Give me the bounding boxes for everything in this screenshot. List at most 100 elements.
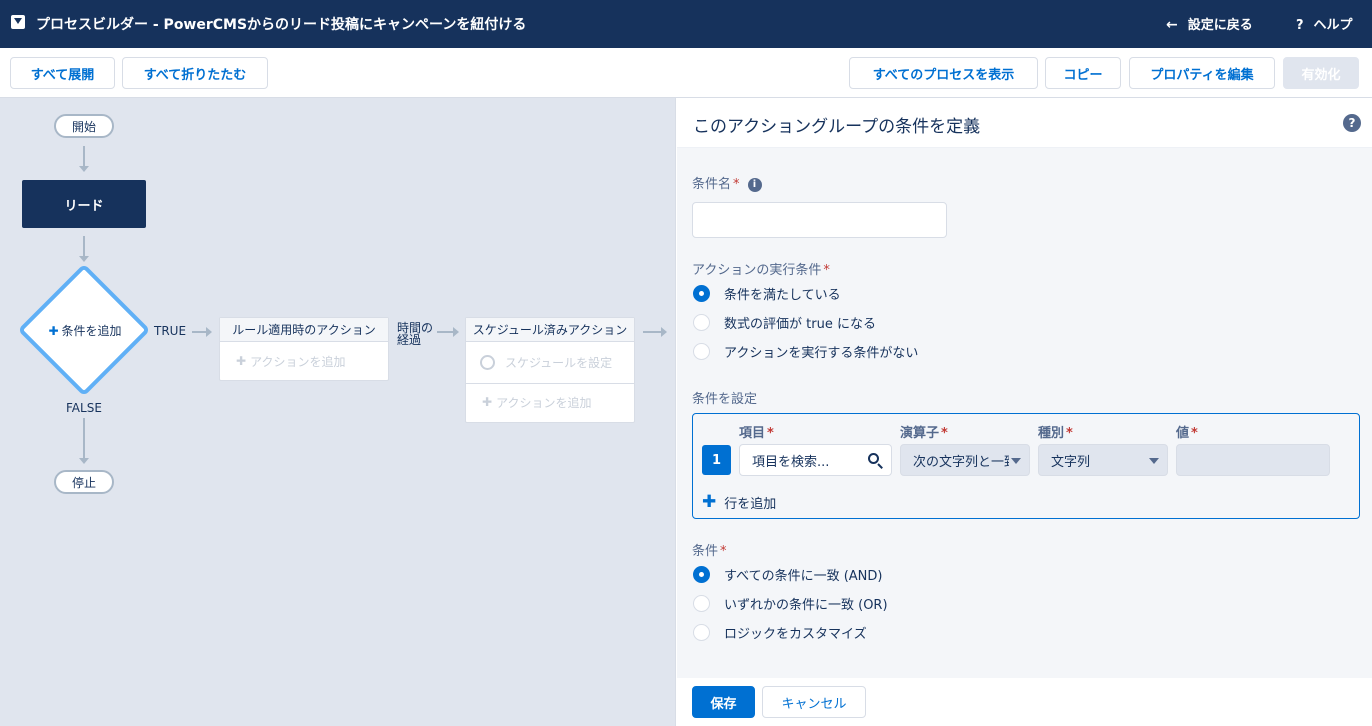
add-row-button[interactable]: ✚ 行を追加 bbox=[702, 492, 776, 512]
help-label: ヘルプ bbox=[1313, 18, 1353, 33]
scheduled-actions-box: スケジュール済みアクション スケジュールを設定 ✚ アクションを追加 bbox=[465, 317, 635, 423]
execute-label: アクションの実行条件 * bbox=[692, 259, 830, 278]
radio-any-condition[interactable]: いずれかの条件に一致 (OR) bbox=[693, 594, 888, 613]
show-all-processes-button[interactable]: すべてのプロセスを表示 bbox=[849, 57, 1038, 89]
connector-arrow bbox=[192, 327, 212, 337]
cancel-button[interactable]: キャンセル bbox=[762, 686, 866, 718]
plus-icon: ✚ bbox=[48, 324, 59, 338]
set-schedule-button[interactable]: スケジュールを設定 bbox=[466, 342, 634, 384]
edit-properties-button[interactable]: プロパティを編集 bbox=[1129, 57, 1275, 89]
column-operator: 演算子 * bbox=[900, 422, 948, 441]
value-input[interactable] bbox=[1176, 444, 1330, 476]
start-node: 開始 bbox=[54, 114, 114, 138]
add-row-label: 行を追加 bbox=[724, 496, 777, 512]
add-immediate-action-button[interactable]: ✚ アクションを追加 bbox=[220, 342, 388, 380]
field-search-input[interactable]: 項目を検索... bbox=[739, 444, 892, 476]
arrow-left-icon: ← bbox=[1166, 17, 1178, 33]
column-value-text: 値 bbox=[1176, 426, 1190, 441]
required-marker: * bbox=[767, 426, 774, 441]
panel-body: 条件名 * i アクションの実行条件 * 条件を満たしている 数式の評価が true … bbox=[677, 148, 1372, 678]
app-header: プロセスビルダー - PowerCMSからのリード投稿にキャンペーンを紐付ける … bbox=[0, 0, 1372, 48]
required-marker: * bbox=[733, 177, 740, 192]
plus-icon: ✚ bbox=[236, 354, 247, 368]
connector-arrow bbox=[79, 146, 89, 172]
type-select[interactable]: 文字列 bbox=[1038, 444, 1168, 476]
required-marker: * bbox=[941, 426, 948, 441]
connector-arrow bbox=[643, 327, 667, 337]
radio-conditions-met[interactable]: 条件を満たしている bbox=[693, 284, 841, 303]
radio-dot bbox=[693, 343, 710, 360]
required-marker: * bbox=[1066, 426, 1073, 441]
back-to-setup-label: 設定に戻る bbox=[1187, 18, 1253, 33]
radio-dot bbox=[693, 314, 710, 331]
panel-header: このアクショングループの条件を定義 ? bbox=[677, 98, 1372, 148]
criteria-name-input[interactable] bbox=[692, 202, 947, 238]
radio-label: すべての条件に一致 (AND) bbox=[724, 569, 883, 584]
expand-all-button[interactable]: すべて展開 bbox=[10, 57, 115, 89]
connector-arrow bbox=[79, 418, 89, 464]
page-title: プロセスビルダー - PowerCMSからのリード投稿にキャンペーンを紐付ける bbox=[36, 17, 527, 33]
plus-icon: ✚ bbox=[482, 395, 493, 409]
required-marker: * bbox=[720, 544, 727, 559]
toolbar: すべて展開 すべて折りたたむ すべてのプロセスを表示 コピー プロパティを編集 … bbox=[0, 48, 1372, 98]
set-conditions-label: 条件を設定 bbox=[692, 392, 758, 407]
plus-icon: ✚ bbox=[702, 492, 717, 512]
object-node[interactable]: リード bbox=[22, 180, 146, 228]
radio-dot bbox=[693, 595, 710, 612]
radio-no-criteria[interactable]: アクションを実行する条件がない bbox=[693, 342, 918, 361]
save-button[interactable]: 保存 bbox=[692, 686, 755, 718]
conditions-label-text: 条件 bbox=[692, 544, 719, 559]
column-field-text: 項目 bbox=[739, 426, 766, 441]
clock-icon bbox=[480, 355, 495, 370]
immediate-actions-box: ルール適用時のアクション ✚ アクションを追加 bbox=[219, 317, 389, 381]
panel-footer: 保存 キャンセル bbox=[677, 678, 1372, 726]
radio-label: いずれかの条件に一致 (OR) bbox=[724, 598, 888, 613]
column-type-text: 種別 bbox=[1038, 426, 1065, 441]
add-action-label: アクションを追加 bbox=[250, 354, 346, 369]
copy-button[interactable]: コピー bbox=[1045, 57, 1121, 89]
radio-custom-logic[interactable]: ロジックをカスタマイズ bbox=[693, 623, 867, 642]
help-link[interactable]: ? ヘルプ bbox=[1296, 14, 1353, 33]
chevron-down-icon bbox=[1011, 458, 1021, 464]
radio-dot bbox=[693, 566, 710, 583]
required-marker: * bbox=[1191, 426, 1198, 441]
execute-label-text: アクションの実行条件 bbox=[692, 263, 822, 278]
column-value: 値 * bbox=[1176, 422, 1198, 441]
false-label: FALSE bbox=[66, 401, 102, 415]
chevron-down-icon bbox=[1149, 458, 1159, 464]
stop-node: 停止 bbox=[54, 470, 114, 494]
radio-label: 条件を満たしている bbox=[724, 288, 841, 303]
row-number-badge: 1 bbox=[702, 445, 731, 475]
add-scheduled-action-button[interactable]: ✚ アクションを追加 bbox=[466, 384, 634, 420]
question-icon: ? bbox=[1296, 18, 1304, 33]
set-schedule-label: スケジュールを設定 bbox=[505, 356, 613, 370]
radio-label: アクションを実行する条件がない bbox=[724, 346, 919, 361]
radio-label: ロジックをカスタマイズ bbox=[724, 627, 867, 642]
scheduled-actions-title: スケジュール済みアクション bbox=[466, 318, 634, 342]
column-operator-text: 演算子 bbox=[900, 426, 940, 441]
back-to-setup-link[interactable]: ← 設定に戻る bbox=[1166, 14, 1253, 33]
connector-arrow bbox=[437, 327, 459, 337]
true-label: TRUE bbox=[154, 324, 187, 338]
field-search-placeholder: 項目を検索... bbox=[752, 454, 830, 470]
criteria-name-label-text: 条件名 bbox=[692, 177, 732, 192]
operator-select[interactable]: 次の文字列と一致する bbox=[900, 444, 1030, 476]
connector-arrow bbox=[79, 236, 89, 262]
radio-dot bbox=[693, 624, 710, 641]
activate-button[interactable]: 有効化 bbox=[1283, 57, 1359, 89]
add-criteria-label: 条件を追加 bbox=[61, 324, 122, 338]
time-elapsed-label-2: 経過 bbox=[397, 333, 422, 347]
criteria-name-label: 条件名 * i bbox=[692, 173, 762, 192]
help-icon[interactable]: ? bbox=[1343, 114, 1361, 132]
radio-formula-true[interactable]: 数式の評価が true になる bbox=[693, 313, 876, 332]
operator-value: 次の文字列と一致する bbox=[913, 454, 1009, 470]
radio-label: 数式の評価が true になる bbox=[724, 317, 876, 332]
add-criteria-button[interactable]: ✚ 条件を追加 bbox=[30, 322, 140, 339]
conditions-table: 項目* 演算子* 種別* 値* 1 項目を検索... 次の文字列と一致する 文字… bbox=[692, 413, 1360, 519]
conditions-label: 条件 * bbox=[692, 540, 727, 559]
info-icon[interactable]: i bbox=[747, 178, 762, 192]
criteria-panel: このアクショングループの条件を定義 ? 条件名 * i アクションの実行条件 * 条件… bbox=[677, 98, 1372, 726]
radio-all-conditions[interactable]: すべての条件に一致 (AND) bbox=[693, 565, 882, 584]
collapse-all-button[interactable]: すべて折りたたむ bbox=[122, 57, 268, 89]
radio-dot bbox=[693, 285, 710, 302]
